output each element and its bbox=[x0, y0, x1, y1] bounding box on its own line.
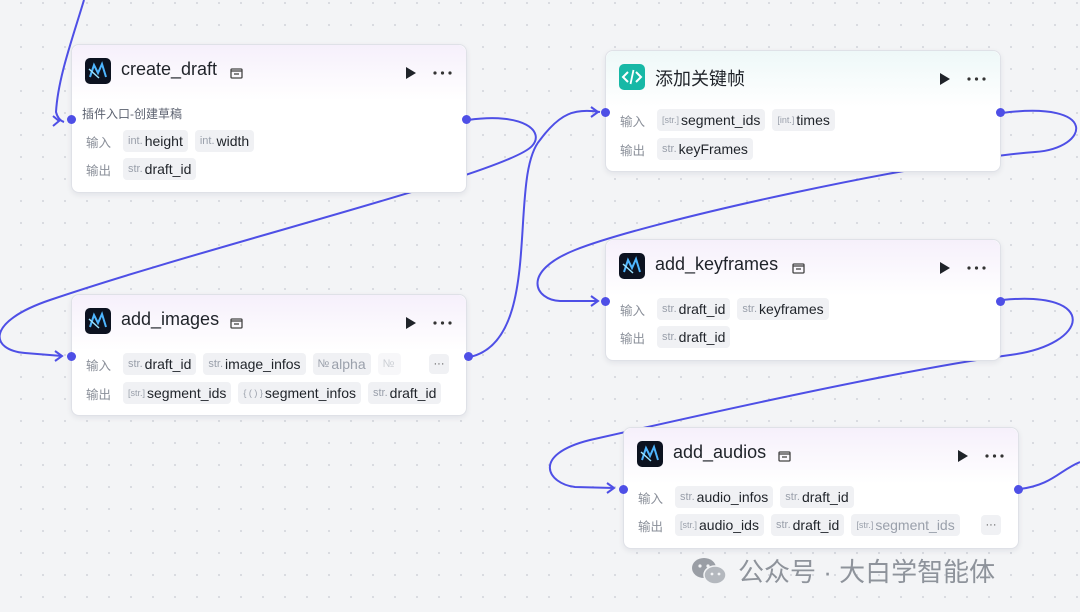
param-tag: str. draft_id bbox=[780, 486, 854, 508]
more-options-icon[interactable] bbox=[433, 71, 452, 75]
arrow-head bbox=[590, 106, 600, 118]
plugin-store-icon bbox=[230, 318, 243, 329]
input-port[interactable] bbox=[67, 115, 76, 124]
input-port[interactable] bbox=[67, 352, 76, 361]
output-port[interactable] bbox=[464, 352, 473, 361]
input-row: 输入 [str.] segment_ids [int.] times bbox=[620, 109, 835, 131]
output-row: 输出 [str.] segment_ids { ( ) } segment_info… bbox=[86, 382, 442, 404]
output-port[interactable] bbox=[996, 297, 1005, 306]
arrow-head bbox=[52, 115, 61, 127]
param-tag: str. audio_infos bbox=[675, 486, 774, 508]
param-tag: str. draft_id bbox=[367, 382, 442, 404]
node-description: 插件入口-创建草稿 bbox=[82, 107, 182, 121]
input-row: 输入 str. audio_infos str. draft_id bbox=[638, 486, 854, 508]
param-tag: str. keyframes bbox=[737, 298, 829, 320]
input-label: 输入 bbox=[638, 491, 664, 506]
node-title: add_audios bbox=[673, 442, 767, 462]
code-icon bbox=[619, 64, 645, 90]
run-icon[interactable] bbox=[939, 72, 951, 86]
param-tag: str. draft_id bbox=[657, 326, 731, 348]
param-tag: { ( ) } segment_infos bbox=[238, 382, 361, 404]
output-row: 输出 str. keyFrames bbox=[620, 138, 753, 160]
input-label: 输入 bbox=[620, 114, 646, 129]
param-tag: № bbox=[377, 353, 402, 375]
capcut-plugin-icon bbox=[85, 308, 111, 334]
param-tag: str. keyFrames bbox=[657, 138, 753, 160]
param-tag: № alpha bbox=[312, 353, 371, 375]
plugin-store-icon bbox=[792, 263, 805, 274]
input-row: 输入 str. draft_id str. keyframes bbox=[620, 298, 829, 320]
output-label: 输出 bbox=[620, 143, 646, 158]
more-options-icon[interactable] bbox=[967, 77, 986, 81]
wechat-icon bbox=[692, 557, 727, 585]
output-label: 输出 bbox=[86, 387, 112, 402]
output-row: 输出 str. draft_id bbox=[620, 326, 731, 348]
arrow-head bbox=[590, 295, 600, 307]
output-label: 输出 bbox=[638, 519, 664, 534]
param-tag: [str.] segment_ids bbox=[657, 109, 766, 131]
input-row: 输入 str. draft_id str. image_infos № alpha № bbox=[86, 353, 402, 375]
more-options-icon[interactable] bbox=[985, 454, 1004, 458]
param-tag: str. draft_id bbox=[770, 514, 845, 536]
node-title: create_draft bbox=[121, 59, 218, 79]
arrow-head bbox=[54, 350, 64, 362]
capcut-plugin-icon bbox=[637, 441, 663, 467]
output-port[interactable] bbox=[1014, 485, 1023, 494]
node-title: 添加关键帧 bbox=[655, 69, 745, 89]
input-label: 输入 bbox=[620, 303, 646, 318]
watermark: 公众号 · 大白学智能体 bbox=[690, 552, 995, 589]
plugin-store-icon bbox=[230, 68, 243, 79]
input-label: 输入 bbox=[86, 135, 112, 150]
param-tag: str. draft_id bbox=[123, 353, 197, 375]
more-params-button[interactable]: ··· bbox=[981, 515, 1001, 535]
param-tag: [str.] audio_ids bbox=[675, 514, 764, 536]
input-label: 输入 bbox=[86, 358, 112, 373]
output-label: 输出 bbox=[620, 331, 646, 346]
node-add-keyframes[interactable]: add_keyframes 输入 str. draft_id str. keyfra… bbox=[601, 239, 1005, 361]
node-add-audios[interactable]: add_audios 输入 str. audio_infos str. draft_… bbox=[619, 427, 1023, 549]
capcut-plugin-icon bbox=[619, 253, 645, 279]
param-tag: [str.] segment_ids bbox=[851, 514, 960, 536]
param-tag: int. width bbox=[194, 130, 255, 152]
output-row: 输出 [str.] audio_ids str. draft_id [str.] se… bbox=[638, 514, 960, 536]
wire-add-images-to-keyframe-cn bbox=[469, 109, 601, 358]
more-options-icon[interactable] bbox=[433, 321, 452, 325]
node-title: add_images bbox=[121, 309, 220, 329]
output-port[interactable] bbox=[462, 115, 471, 124]
input-row: 输入 int. height int. width bbox=[86, 130, 255, 152]
wire-add-audios-out bbox=[1019, 461, 1080, 490]
more-params-button[interactable]: ··· bbox=[429, 354, 449, 374]
node-title: add_keyframes bbox=[655, 254, 779, 274]
plugin-store-icon bbox=[778, 451, 791, 462]
node-add-images[interactable]: add_images 输入 str. draft_id str. image_inf… bbox=[67, 294, 473, 416]
param-tag: str. draft_id bbox=[123, 158, 197, 180]
run-icon[interactable] bbox=[405, 66, 417, 80]
watermark-text: 公众号 · 大白学智能体 bbox=[738, 557, 996, 587]
output-label: 输出 bbox=[86, 163, 112, 178]
capcut-plugin-icon bbox=[85, 58, 111, 84]
output-port[interactable] bbox=[996, 108, 1005, 117]
input-port[interactable] bbox=[601, 297, 610, 306]
more-options-icon[interactable] bbox=[967, 266, 986, 270]
run-icon[interactable] bbox=[957, 449, 969, 463]
run-icon[interactable] bbox=[939, 261, 951, 275]
node-create-draft[interactable]: create_draft 插件入口-创建草稿 输入 int. height int… bbox=[67, 44, 471, 193]
output-row: 输出 str. draft_id bbox=[86, 158, 197, 180]
node-add-keyframe-code[interactable]: 添加关键帧 输入 [str.] segment_ids [int.] times 输… bbox=[601, 50, 1005, 172]
param-tag: str. draft_id bbox=[657, 298, 731, 320]
param-tag: [str.] segment_ids bbox=[123, 382, 232, 404]
input-port[interactable] bbox=[601, 108, 610, 117]
param-tag: str. image_infos bbox=[203, 353, 306, 375]
run-icon[interactable] bbox=[405, 316, 417, 330]
param-tag: int. height bbox=[123, 130, 188, 152]
input-port[interactable] bbox=[619, 485, 628, 494]
param-tag: [int.] times bbox=[772, 109, 835, 131]
arrow-head bbox=[606, 482, 616, 494]
